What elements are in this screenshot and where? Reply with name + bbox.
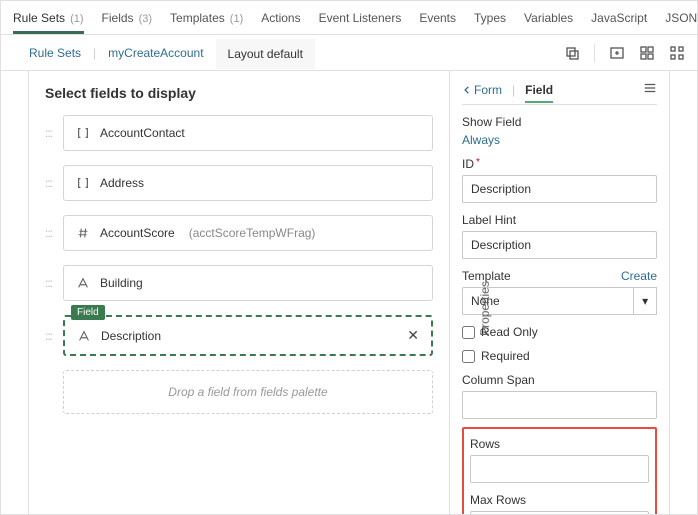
- field-name: Building: [100, 276, 143, 290]
- remove-field-icon[interactable]: ✕: [407, 327, 419, 344]
- breadcrumb-current-label: Layout default: [228, 47, 303, 61]
- grid-small-icon[interactable]: [639, 45, 655, 61]
- breadcrumb-back[interactable]: Rule Sets: [13, 38, 93, 68]
- right-rail-label: Properties: [478, 281, 698, 336]
- top-tab-fields[interactable]: Fields (3): [102, 3, 153, 33]
- duplicate-icon[interactable]: [564, 45, 580, 61]
- object-icon: [76, 176, 90, 190]
- drop-zone[interactable]: Drop a field from fields palette: [63, 370, 433, 414]
- field-card-accountcontact[interactable]: AccountContact: [63, 115, 433, 151]
- drag-handle[interactable]: :::: [45, 276, 57, 290]
- breadcrumb-back-label: Rule Sets: [29, 46, 81, 60]
- field-badge: Field: [71, 305, 105, 320]
- top-tab-javascript[interactable]: JavaScript: [591, 3, 647, 33]
- label-hint-label: Label Hint: [462, 213, 657, 227]
- top-tab-types[interactable]: Types: [474, 3, 506, 33]
- field-name: AccountContact: [100, 126, 185, 140]
- left-rail[interactable]: Fields: [1, 71, 29, 514]
- breadcrumb-current: Layout default: [216, 37, 315, 69]
- top-tab-actions[interactable]: Actions: [261, 3, 300, 33]
- max-rows-input[interactable]: [470, 511, 649, 514]
- required-checkbox[interactable]: [462, 350, 475, 363]
- show-field-label: Show Field: [462, 115, 657, 129]
- drop-zone-label: Drop a field from fields palette: [168, 385, 327, 399]
- breadcrumb-mid-label: myCreateAccount: [108, 46, 203, 60]
- field-card-address[interactable]: Address: [63, 165, 433, 201]
- column-span-input[interactable]: [462, 391, 657, 419]
- breadcrumb-mid[interactable]: myCreateAccount: [96, 38, 215, 68]
- top-tab-rule-sets[interactable]: Rule Sets (1): [13, 3, 84, 33]
- center-title: Select fields to display: [45, 85, 433, 101]
- rows-highlight: Rows Max Rows: [462, 427, 657, 514]
- drag-handle[interactable]: :::: [45, 126, 57, 140]
- top-tab-events[interactable]: Events: [419, 3, 456, 33]
- column-span-label: Column Span: [462, 373, 657, 387]
- text-icon: [76, 276, 90, 290]
- menu-icon[interactable]: [643, 81, 657, 98]
- top-tab-templates[interactable]: Templates (1): [170, 3, 243, 33]
- grid-large-icon[interactable]: [669, 45, 685, 61]
- add-panel-icon[interactable]: [609, 45, 625, 61]
- top-tab-json[interactable]: JSON: [665, 3, 697, 33]
- field-card-description[interactable]: FieldDescription✕: [63, 315, 433, 356]
- top-tab-variables[interactable]: Variables: [524, 3, 573, 33]
- panel-back[interactable]: Form: [462, 83, 502, 97]
- drag-handle[interactable]: :::: [45, 226, 57, 240]
- top-tab-event-listeners[interactable]: Event Listeners: [319, 3, 402, 33]
- show-field-value[interactable]: Always: [462, 133, 500, 147]
- right-rail[interactable]: Properties: [669, 71, 697, 514]
- drag-handle[interactable]: :::: [45, 329, 57, 343]
- panel-tab-sep: |: [512, 83, 515, 97]
- id-label: ID*: [462, 157, 657, 171]
- rows-input[interactable]: [470, 455, 649, 483]
- text-icon: [77, 329, 91, 343]
- number-icon: [76, 226, 90, 240]
- breadcrumb-row: Rule Sets | myCreateAccount Layout defau…: [1, 35, 697, 71]
- required-row[interactable]: Required: [462, 349, 657, 363]
- rows-label: Rows: [470, 437, 649, 451]
- max-rows-label: Max Rows: [470, 493, 649, 507]
- drag-handle[interactable]: :::: [45, 176, 57, 190]
- read-only-checkbox[interactable]: [462, 326, 475, 339]
- toolbar-divider: [594, 44, 595, 62]
- object-icon: [76, 126, 90, 140]
- panel-tab-field[interactable]: Field: [525, 83, 553, 103]
- field-name: AccountScore: [100, 226, 175, 240]
- field-card-accountscore[interactable]: AccountScore (acctScoreTempWFrag): [63, 215, 433, 251]
- required-label: Required: [481, 349, 530, 363]
- field-subname: (acctScoreTempWFrag): [189, 226, 316, 240]
- field-name: Address: [100, 176, 144, 190]
- id-input[interactable]: [462, 175, 657, 203]
- label-hint-input[interactable]: [462, 231, 657, 259]
- top-tabs: Rule Sets (1) Fields (3) Templates (1) Acti…: [1, 1, 697, 35]
- panel-tab-form[interactable]: Form: [474, 83, 502, 97]
- field-name: Description: [101, 329, 161, 343]
